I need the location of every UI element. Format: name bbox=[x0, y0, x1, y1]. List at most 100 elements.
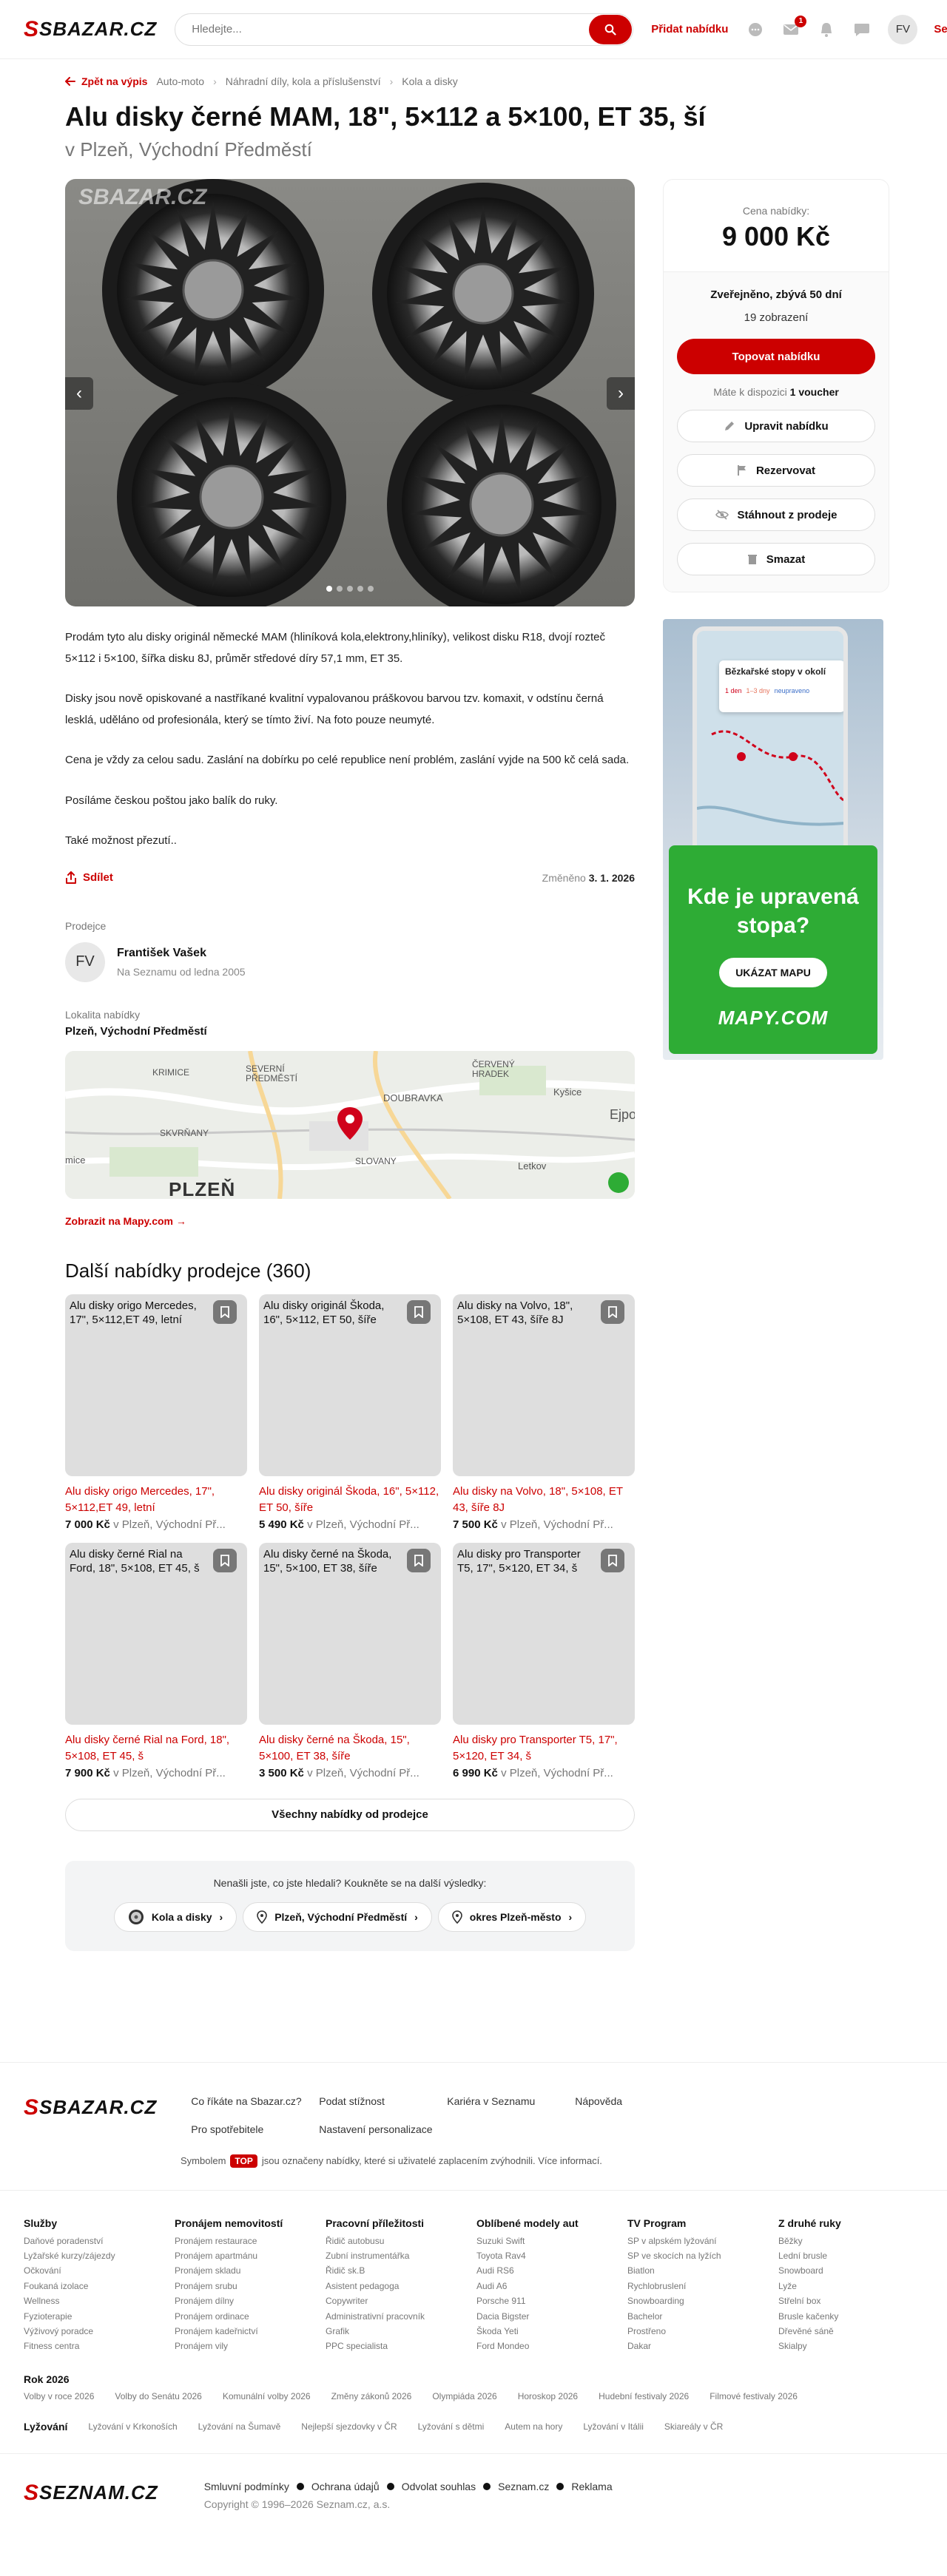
footer-col-item[interactable]: Skialpy bbox=[778, 2339, 897, 2353]
save-offer-button[interactable] bbox=[407, 1548, 431, 1572]
footer-link-career[interactable]: Kariéra v Seznamu bbox=[447, 2095, 575, 2107]
footer-col-item[interactable]: Pronájem skladu bbox=[175, 2263, 326, 2278]
footer-link-help[interactable]: Nápověda bbox=[575, 2095, 678, 2107]
gallery-dot[interactable] bbox=[347, 586, 353, 592]
footer-col-item[interactable]: Biatlon bbox=[627, 2263, 778, 2278]
chip-district[interactable]: okres Plzeň-město › bbox=[437, 1901, 587, 1932]
chip-category[interactable]: Kola a disky › bbox=[113, 1901, 237, 1932]
footer-col-item[interactable]: Pronájem vily bbox=[175, 2339, 326, 2353]
offer-card[interactable]: Alu disky originál Škoda, 16", 5×112, ET… bbox=[259, 1294, 441, 1531]
search-button[interactable] bbox=[589, 14, 633, 44]
footer-col-item[interactable]: Lední brusle bbox=[778, 2248, 897, 2263]
gallery-prev-button[interactable]: ‹ bbox=[65, 377, 93, 410]
offer-card[interactable]: Alu disky černé Rial na Ford, 18", 5×108… bbox=[65, 1542, 247, 1779]
footer-col-item[interactable]: Zubní instrumentářka bbox=[326, 2248, 476, 2263]
footer-col-item[interactable]: Běžky bbox=[778, 2234, 897, 2248]
footer-col-item[interactable]: SP ve skocích na lyžích bbox=[627, 2248, 778, 2263]
offer-card[interactable]: Alu disky na Volvo, 18", 5×108, ET 43, š… bbox=[453, 1294, 635, 1531]
all-seller-offers-button[interactable]: Všechny nabídky od prodejce bbox=[65, 1798, 635, 1831]
open-mapy-link[interactable]: Zobrazit na Mapy.com → bbox=[65, 1215, 635, 1227]
footer-col-item[interactable]: Porsche 911 bbox=[476, 2293, 627, 2308]
footer-col-item[interactable]: PPC specialista bbox=[326, 2339, 476, 2353]
footer-year-item[interactable]: Volby v roce 2026 bbox=[24, 2391, 94, 2401]
footer-col-item[interactable]: Pronájem apartmánu bbox=[175, 2248, 326, 2263]
footer-col-item[interactable]: Asistent pedagoga bbox=[326, 2279, 476, 2293]
breadcrumb-item-wheels[interactable]: Kola a disky bbox=[402, 75, 457, 87]
mapy-advertisement[interactable]: Bězkařské stopy v okolí 1 den 1–3 dny ne… bbox=[663, 619, 883, 1061]
bell-icon[interactable] bbox=[817, 20, 836, 39]
footer-col-item[interactable]: Pronájem kadeřnictví bbox=[175, 2324, 326, 2339]
footer-col-item[interactable]: Daňové poradenství bbox=[24, 2234, 175, 2248]
legal-link-privacy[interactable]: Ochrana údajů bbox=[311, 2481, 380, 2492]
footer-col-item[interactable]: Foukaná izolace bbox=[24, 2279, 175, 2293]
footer-col-item[interactable]: Řidič autobusu bbox=[326, 2234, 476, 2248]
footer-col-item[interactable]: Dakar bbox=[627, 2339, 778, 2353]
save-offer-button[interactable] bbox=[407, 1299, 431, 1324]
footer-col-item[interactable]: Brusle kačenky bbox=[778, 2309, 897, 2324]
footer-ski-item[interactable]: Lyžování na Šumavě bbox=[198, 2421, 281, 2432]
footer-col-item[interactable]: Prostřeno bbox=[627, 2324, 778, 2339]
sbazar-logo[interactable]: S SBAZAR.CZ bbox=[24, 17, 157, 42]
footer-ski-item[interactable]: Skiareály v ČR bbox=[664, 2421, 723, 2432]
save-offer-button[interactable] bbox=[213, 1548, 237, 1572]
footer-col-item[interactable]: Toyota Rav4 bbox=[476, 2248, 627, 2263]
save-offer-button[interactable] bbox=[601, 1548, 624, 1572]
footer-sbazar-logo[interactable]: S SBAZAR.CZ bbox=[24, 2095, 157, 2120]
footer-year-item[interactable]: Volby do Senátu 2026 bbox=[115, 2391, 201, 2401]
ad-show-map-button[interactable]: UKÁZAT MAPU bbox=[719, 958, 827, 988]
edit-listing-button[interactable]: Upravit nabídku bbox=[677, 410, 875, 443]
footer-link-complaint[interactable]: Podat stížnost bbox=[319, 2095, 447, 2107]
footer-col-item[interactable]: Bachelor bbox=[627, 2309, 778, 2324]
footer-year-item[interactable]: Změny zákonů 2026 bbox=[331, 2391, 412, 2401]
save-offer-button[interactable] bbox=[601, 1299, 624, 1324]
footer-year-item[interactable]: Filmové festivaly 2026 bbox=[710, 2391, 798, 2401]
footer-ski-item[interactable]: Lyžování v Krkonoších bbox=[88, 2421, 177, 2432]
footer-col-item[interactable]: Výživový poradce bbox=[24, 2324, 175, 2339]
offer-thumbnail[interactable]: Alu disky černé Rial na Ford, 18", 5×108… bbox=[65, 1542, 247, 1725]
offer-title[interactable]: Alu disky pro Transporter T5, 17", 5×120… bbox=[453, 1732, 635, 1765]
footer-col-item[interactable]: Pronájem dílny bbox=[175, 2293, 326, 2308]
user-avatar[interactable]: FV bbox=[888, 14, 918, 44]
footer-col-item[interactable]: Audi A6 bbox=[476, 2279, 627, 2293]
gallery-dot[interactable] bbox=[326, 586, 332, 592]
legal-link-consent[interactable]: Odvolat souhlas bbox=[402, 2481, 476, 2492]
footer-col-item[interactable]: Administrativní pracovník bbox=[326, 2309, 476, 2324]
chip-locality[interactable]: Plzeň, Východní Předměstí › bbox=[243, 1901, 432, 1932]
footer-col-item[interactable]: Suzuki Swift bbox=[476, 2234, 627, 2248]
footer-col-item[interactable]: Očkování bbox=[24, 2263, 175, 2278]
footer-col-item[interactable]: Pronájem ordinace bbox=[175, 2309, 326, 2324]
seznam-logo[interactable]: S SEZNAM.CZ bbox=[24, 2481, 158, 2506]
footer-year-item[interactable]: Komunální volby 2026 bbox=[223, 2391, 311, 2401]
offer-card[interactable]: Alu disky origo Mercedes, 17", 5×112,ET … bbox=[65, 1294, 247, 1531]
seznam-link[interactable]: Seznam.cz bbox=[934, 23, 947, 36]
footer-year-item[interactable]: Hudební festivaly 2026 bbox=[599, 2391, 689, 2401]
footer-col-item[interactable]: Rychlobruslení bbox=[627, 2279, 778, 2293]
location-map[interactable]: KRIMICE SEVERNÍ PŘEDMĚSTÍ ČERVENÝ HRADEK… bbox=[65, 1050, 635, 1199]
offer-title[interactable]: Alu disky origo Mercedes, 17", 5×112,ET … bbox=[65, 1484, 247, 1517]
footer-ski-item[interactable]: Lyžování s dětmi bbox=[418, 2421, 485, 2432]
footer-col-item[interactable]: Fitness centra bbox=[24, 2339, 175, 2353]
back-to-list-link[interactable]: Zpět na výpis bbox=[65, 75, 147, 87]
footer-col-item[interactable]: Snowboard bbox=[778, 2263, 897, 2278]
reserve-button[interactable]: Rezervovat bbox=[677, 454, 875, 487]
footer-col-item[interactable]: Lyže bbox=[778, 2279, 897, 2293]
top-listing-button[interactable]: Topovat nabídku bbox=[677, 339, 875, 375]
offer-title[interactable]: Alu disky na Volvo, 18", 5×108, ET 43, š… bbox=[453, 1484, 635, 1517]
withdraw-button[interactable]: Stáhnout z prodeje bbox=[677, 498, 875, 532]
offer-thumbnail[interactable]: Alu disky origo Mercedes, 17", 5×112,ET … bbox=[65, 1294, 247, 1476]
footer-col-item[interactable]: Dacia Bigster bbox=[476, 2309, 627, 2324]
footer-col-item[interactable]: Škoda Yeti bbox=[476, 2324, 627, 2339]
footer-col-item[interactable]: Pronájem restaurace bbox=[175, 2234, 326, 2248]
offer-title[interactable]: Alu disky originál Škoda, 16", 5×112, ET… bbox=[259, 1484, 441, 1517]
offer-card[interactable]: Alu disky pro Transporter T5, 17", 5×120… bbox=[453, 1542, 635, 1779]
offer-thumbnail[interactable]: Alu disky pro Transporter T5, 17", 5×120… bbox=[453, 1542, 635, 1725]
offer-thumbnail[interactable]: Alu disky černé na Škoda, 15", 5×100, ET… bbox=[259, 1542, 441, 1725]
save-offer-button[interactable] bbox=[213, 1299, 237, 1324]
search-input[interactable] bbox=[192, 23, 590, 36]
footer-link-personalization[interactable]: Nastavení personalizace bbox=[319, 2123, 447, 2135]
footer-col-item[interactable]: Fyzioterapie bbox=[24, 2309, 175, 2324]
offer-title[interactable]: Alu disky černé na Škoda, 15", 5×100, ET… bbox=[259, 1732, 441, 1765]
gallery-next-button[interactable]: › bbox=[607, 377, 635, 410]
footer-col-item[interactable]: Řidič sk.B bbox=[326, 2263, 476, 2278]
legal-link-seznam[interactable]: Seznam.cz bbox=[498, 2481, 549, 2492]
